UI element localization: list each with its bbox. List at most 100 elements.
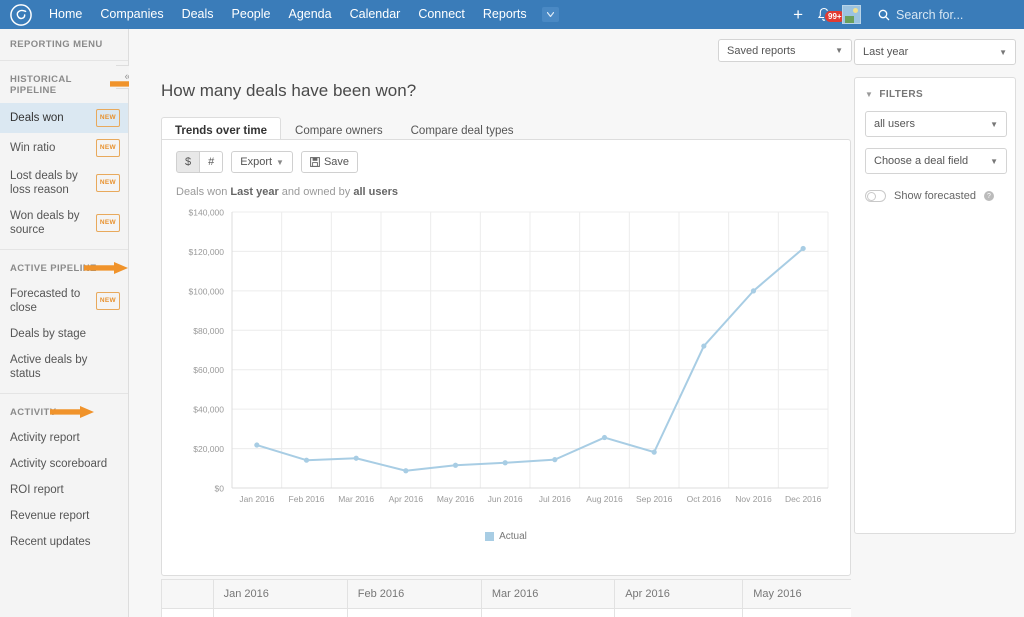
nav-item-companies[interactable]: Companies: [91, 0, 172, 29]
new-badge: NEW: [96, 139, 120, 157]
nav-item-home[interactable]: Home: [40, 0, 91, 29]
legend-swatch-actual: [485, 532, 494, 541]
table-cell: $11,544.00 (108 deals): [743, 609, 851, 617]
svg-text:$0: $0: [215, 484, 225, 494]
reporting-sidebar: REPORTING MENU « HISTORICAL PIPELINE Dea…: [0, 29, 129, 617]
svg-text:Feb 2016: Feb 2016: [289, 494, 325, 504]
report-card: $ # Export ▼ Save Deals won Las: [161, 139, 851, 576]
sidebar-item-active-deals-by-status[interactable]: Active deals by status: [0, 347, 128, 387]
svg-text:Aug 2016: Aug 2016: [586, 494, 623, 504]
chevron-down-icon: ▼: [999, 48, 1007, 57]
chart-canvas: $0$20,000$40,000$60,000$80,000$100,000$1…: [162, 202, 850, 522]
svg-text:$100,000: $100,000: [189, 286, 225, 296]
nav-item-people[interactable]: People: [223, 0, 280, 29]
filters-header[interactable]: ▼ FILTERS: [865, 89, 1005, 100]
svg-text:$60,000: $60,000: [193, 365, 224, 375]
chevron-down-icon: ▼: [990, 120, 998, 129]
subtitle-middle: and owned by: [279, 186, 354, 198]
svg-text:$120,000: $120,000: [189, 247, 225, 257]
sidebar-item-activity-scoreboard[interactable]: Activity scoreboard: [0, 451, 128, 477]
chevron-down-icon: ▼: [990, 157, 998, 166]
svg-text:Jul 2016: Jul 2016: [539, 494, 571, 504]
table-header-row: Jan 2016Feb 2016Mar 2016Apr 2016May 2016…: [162, 580, 852, 609]
subtitle-prefix: Deals won: [176, 186, 230, 198]
sidebar-item-label: Revenue report: [10, 509, 92, 523]
svg-text:$20,000: $20,000: [193, 444, 224, 454]
export-button[interactable]: Export ▼: [231, 151, 293, 173]
data-table-wrapper: Jan 2016Feb 2016Mar 2016Apr 2016May 2016…: [161, 579, 851, 617]
sidebar-item-label: Deals won: [10, 111, 67, 125]
sidebar-item-forecasted-to-close[interactable]: Forecasted to close NEW: [0, 281, 128, 321]
line-chart: $0$20,000$40,000$60,000$80,000$100,000$1…: [162, 202, 850, 542]
filters-title: FILTERS: [879, 89, 923, 100]
svg-text:Jan 2016: Jan 2016: [239, 494, 274, 504]
nav-links: Home Companies Deals People Agenda Calen…: [40, 0, 559, 29]
sidebar-item-label: ROI report: [10, 483, 67, 497]
table-body: Actual$21,797.80 (145 deals)$14,100.90 (…: [162, 609, 852, 617]
deal-field-filter-dropdown[interactable]: Choose a deal field ▼: [865, 148, 1007, 174]
table-head: Jan 2016Feb 2016Mar 2016Apr 2016May 2016…: [162, 580, 852, 609]
notifications-bell[interactable]: 99+: [813, 7, 835, 22]
avatar[interactable]: [842, 5, 861, 24]
sidebar-item-win-ratio[interactable]: Win ratio NEW: [0, 133, 128, 163]
chevron-down-icon[interactable]: [542, 7, 559, 22]
chevron-down-icon: ▼: [276, 158, 284, 167]
new-badge: NEW: [96, 214, 120, 232]
plus-icon[interactable]: +: [783, 0, 813, 29]
search-input[interactable]: [896, 8, 1016, 22]
chart-subtitle: Deals won Last year and owned by all use…: [162, 173, 850, 198]
subtitle-owner: all users: [353, 186, 398, 198]
nav-item-reports[interactable]: Reports: [474, 0, 536, 29]
sidebar-item-recent-updates[interactable]: Recent updates: [0, 529, 128, 555]
sidebar-item-deals-by-stage[interactable]: Deals by stage: [0, 321, 128, 347]
chevron-down-icon: ▼: [835, 46, 843, 55]
spiral-logo-icon[interactable]: [10, 4, 32, 26]
save-button[interactable]: Save: [301, 151, 358, 173]
data-table: Jan 2016Feb 2016Mar 2016Apr 2016May 2016…: [161, 579, 851, 617]
sidebar-group-title: HISTORICAL PIPELINE: [0, 61, 128, 103]
sidebar-item-lost-deals-by-loss-reason[interactable]: Lost deals by loss reason NEW: [0, 163, 128, 203]
users-filter-dropdown[interactable]: all users ▼: [865, 111, 1007, 137]
svg-text:Jun 2016: Jun 2016: [488, 494, 523, 504]
toggle-knob: [867, 192, 876, 201]
sidebar-item-label: Recent updates: [10, 535, 94, 549]
sidebar-item-deals-won[interactable]: Deals won NEW: [0, 103, 128, 133]
sidebar-item-activity-report[interactable]: Activity report: [0, 425, 128, 451]
search-box[interactable]: [870, 8, 1016, 22]
svg-text:$40,000: $40,000: [193, 405, 224, 415]
saved-reports-control: Saved reports ▼: [718, 39, 852, 62]
show-forecasted-toggle[interactable]: [865, 190, 886, 202]
table-cell: $21,797.80 (145 deals): [213, 609, 347, 617]
search-icon: [878, 9, 890, 21]
table-cell: $14,100.90 (126 deals): [347, 609, 481, 617]
sidebar-item-won-deals-by-source[interactable]: Won deals by source NEW: [0, 203, 128, 243]
nav-item-deals[interactable]: Deals: [173, 0, 223, 29]
svg-text:Dec 2016: Dec 2016: [785, 494, 822, 504]
chart-legend: Actual: [162, 531, 850, 542]
table-column-header: Mar 2016: [481, 580, 614, 609]
table-column-header: Jan 2016: [213, 580, 347, 609]
sidebar-item-roi-report[interactable]: ROI report: [0, 477, 128, 503]
sidebar-group-historical-pipeline: HISTORICAL PIPELINE Deals won NEW Win ra…: [0, 61, 128, 250]
count-mode-button[interactable]: #: [200, 151, 223, 173]
nav-item-agenda[interactable]: Agenda: [279, 0, 340, 29]
question-mark-icon[interactable]: ?: [984, 191, 994, 201]
new-badge: NEW: [96, 174, 120, 192]
saved-reports-dropdown[interactable]: Saved reports ▼: [718, 39, 852, 62]
svg-text:Nov 2016: Nov 2016: [735, 494, 772, 504]
sidebar-item-revenue-report[interactable]: Revenue report: [0, 503, 128, 529]
period-label: Last year: [863, 46, 908, 58]
legend-label-actual: Actual: [499, 531, 527, 542]
svg-text:Mar 2016: Mar 2016: [338, 494, 374, 504]
filters-panel: Last year ▼ ▼ FILTERS all users ▼ Choose…: [854, 39, 1016, 534]
svg-text:Sep 2016: Sep 2016: [636, 494, 673, 504]
value-mode-toggle-group: $ #: [176, 151, 223, 173]
table-column-header: Apr 2016: [615, 580, 743, 609]
nav-item-calendar[interactable]: Calendar: [341, 0, 410, 29]
period-dropdown[interactable]: Last year ▼: [854, 39, 1016, 65]
table-column-header: [162, 580, 214, 609]
subtitle-period: Last year: [230, 186, 278, 198]
currency-mode-button[interactable]: $: [176, 151, 200, 173]
table-cell: $8,760.40 (104 deals): [615, 609, 743, 617]
nav-item-connect[interactable]: Connect: [409, 0, 474, 29]
